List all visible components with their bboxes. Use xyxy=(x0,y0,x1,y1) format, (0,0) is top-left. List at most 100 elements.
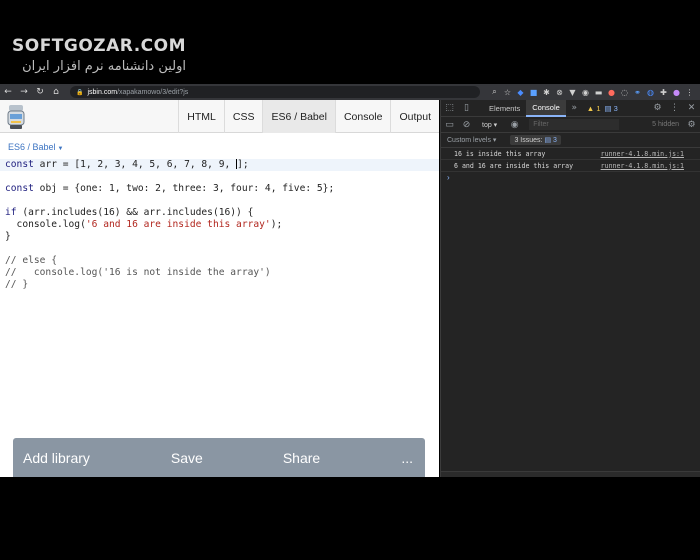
issues-button[interactable]: 3 Issues: ▤ 3 xyxy=(510,135,561,145)
extension-icon[interactable]: ◍ xyxy=(644,88,657,97)
sidebar-toggle-icon[interactable]: ▭ xyxy=(441,120,458,130)
language-selector[interactable]: ES6 / Babel ▼ xyxy=(8,142,63,152)
star-icon[interactable]: ☆ xyxy=(501,88,514,97)
console-levels-bar: Custom levels ▾ 3 Issues: ▤ 3 xyxy=(441,133,700,148)
console-prompt[interactable]: › xyxy=(441,172,700,183)
menu-icon[interactable]: ⋮ xyxy=(683,88,696,97)
console-source-link[interactable]: runner-4.1.8.min.js:1 xyxy=(601,162,684,170)
code-editor[interactable]: const arr = [1, 2, 3, 4, 5, 6, 7, 8, 9, … xyxy=(0,159,439,291)
code-comment: // console.log('16 is not inside the arr… xyxy=(5,267,271,278)
extensions-bar: ⌕ ☆ ◆ ■ ✱ ⊗ ▼ ◉ ▬ ● ◌ ⚭ ◍ ✚ ● ⋮ xyxy=(488,87,700,97)
tab-elements[interactable]: Elements xyxy=(483,100,526,117)
url-host: jsbin.com xyxy=(87,88,118,96)
eye-icon[interactable]: ◉ xyxy=(506,120,523,130)
reload-icon[interactable]: ↻ xyxy=(32,87,48,97)
message-count: 3 xyxy=(613,103,618,113)
more-button[interactable]: ... xyxy=(401,450,413,466)
code-line: const obj = {one: 1, two: 2, three: 3, f… xyxy=(0,183,439,195)
console-settings-icon[interactable]: ⚙ xyxy=(683,120,700,130)
zoom-icon[interactable]: ⌕ xyxy=(488,87,501,97)
hidden-count: 5 hidden xyxy=(652,121,679,128)
code-keyword: if xyxy=(5,207,17,218)
save-button[interactable]: Save xyxy=(171,450,203,466)
share-button[interactable]: Share xyxy=(283,450,320,466)
forward-icon[interactable]: → xyxy=(16,87,32,97)
code-text: arr = [1, 2, 3, 4, 5, 6, 7, 8, 9, xyxy=(33,159,237,170)
extension-icon[interactable]: ● xyxy=(605,88,618,97)
code-line: console.log('6 and 16 are inside this ar… xyxy=(0,219,439,231)
extension-icon[interactable]: ◌ xyxy=(618,88,631,97)
code-text: obj = {one: 1, two: 2, three: 3, four: 4… xyxy=(33,183,335,194)
devtools-panel: ⬚ ▯ Elements Console » ▲ 1 ▤ 3 ⚙ ⋮ ✕ ▭ ⊘… xyxy=(440,99,700,477)
tab-html[interactable]: HTML xyxy=(178,100,224,133)
console-source-link[interactable]: runner-4.1.8.min.js:1 xyxy=(601,150,684,158)
browser-toolbar: ← → ↻ ⌂ 🔒 jsbin.com/xapakamowo/3/edit?js… xyxy=(0,84,700,100)
console-message: 6 and 16 are inside this array runner-4.… xyxy=(441,160,700,172)
kebab-menu-icon[interactable]: ⋮ xyxy=(666,103,683,113)
more-tabs-icon[interactable]: » xyxy=(566,103,583,113)
code-text: console.log( xyxy=(5,219,86,230)
watermark: SOFTGOZAR.COM اولین دانشنامه نرم افزار ا… xyxy=(12,36,186,74)
console-message-text: 16 is inside this array xyxy=(454,149,546,158)
lock-icon: 🔒 xyxy=(76,89,84,96)
context-selector[interactable]: top ▾ xyxy=(479,121,500,129)
console-message-text: 6 and 16 are inside this array xyxy=(454,161,574,170)
context-label: top xyxy=(482,121,492,129)
levels-dropdown[interactable]: Custom levels ▾ xyxy=(447,136,496,144)
tab-console[interactable]: Console xyxy=(526,99,566,117)
jsbin-bottom-bar: Add library Save Share ... xyxy=(13,438,425,477)
code-text: (arr.includes(16) && arr.includes(16)) { xyxy=(16,207,254,218)
code-keyword: const xyxy=(5,183,34,194)
code-text: ]; xyxy=(237,159,249,170)
url-path: /xapakamowo/3/edit?js xyxy=(117,88,189,96)
extension-icon[interactable]: ◉ xyxy=(579,88,592,97)
code-comment: // } xyxy=(5,279,29,290)
levels-label: Custom levels xyxy=(447,137,491,144)
code-text: ); xyxy=(270,219,283,230)
clear-console-icon[interactable]: ⊘ xyxy=(458,120,475,130)
jsbin-logo-icon[interactable] xyxy=(6,103,26,130)
devtools-tabbar: ⬚ ▯ Elements Console » ▲ 1 ▤ 3 ⚙ ⋮ ✕ xyxy=(441,99,700,117)
tab-css[interactable]: CSS xyxy=(223,100,263,133)
code-comment: // else { xyxy=(5,255,57,266)
code-line: } xyxy=(5,231,11,242)
console-message: 16 is inside this array runner-4.1.8.min… xyxy=(441,148,700,160)
extension-icon[interactable]: ✱ xyxy=(540,88,553,97)
code-keyword: const xyxy=(5,159,34,170)
device-toolbar-icon[interactable]: ▯ xyxy=(458,103,475,113)
puzzle-icon[interactable]: ✚ xyxy=(657,88,670,97)
warning-badge[interactable]: ▲ 1 xyxy=(587,104,601,113)
devtools-drawer[interactable] xyxy=(441,471,700,477)
jsbin-header: HTML CSS ES6 / Babel Console Output xyxy=(0,100,439,133)
tab-console[interactable]: Console xyxy=(334,100,391,133)
code-line: if (arr.includes(16) && arr.includes(16)… xyxy=(0,207,439,219)
filter-input[interactable]: Filter xyxy=(529,119,620,130)
chevron-down-icon: ▼ xyxy=(57,146,64,152)
warning-count: 1 xyxy=(596,103,601,113)
code-line: const arr = [1, 2, 3, 4, 5, 6, 7, 8, 9, … xyxy=(0,159,439,171)
extension-icon[interactable]: ▬ xyxy=(592,88,605,97)
extension-icon[interactable]: ◆ xyxy=(514,88,527,97)
gear-icon[interactable]: ⚙ xyxy=(649,103,666,113)
back-icon[interactable]: ← xyxy=(0,87,16,97)
inspect-icon[interactable]: ⬚ xyxy=(441,103,458,113)
issues-count: ▤ 3 xyxy=(544,137,557,144)
message-badge[interactable]: ▤ 3 xyxy=(604,104,617,113)
add-library-button[interactable]: Add library xyxy=(23,450,90,466)
extension-icon[interactable]: ▼ xyxy=(566,88,579,97)
issues-label: 3 Issues: xyxy=(514,137,543,144)
avatar[interactable]: ● xyxy=(670,88,683,97)
extension-icon[interactable]: ■ xyxy=(527,88,540,97)
link-icon[interactable]: ⚭ xyxy=(631,88,644,97)
extension-icon[interactable]: ⊗ xyxy=(553,88,566,97)
address-bar[interactable]: 🔒 jsbin.com/xapakamowo/3/edit?js xyxy=(70,86,480,98)
tab-output[interactable]: Output xyxy=(390,100,439,133)
console-toolbar: ▭ ⊘ top ▾ ◉ Filter 5 hidden ⚙ xyxy=(441,117,700,133)
home-icon[interactable]: ⌂ xyxy=(48,87,64,97)
tab-es6-babel[interactable]: ES6 / Babel xyxy=(262,100,335,133)
close-icon[interactable]: ✕ xyxy=(683,103,700,113)
code-string: '6 and 16 are inside this array' xyxy=(85,219,271,230)
